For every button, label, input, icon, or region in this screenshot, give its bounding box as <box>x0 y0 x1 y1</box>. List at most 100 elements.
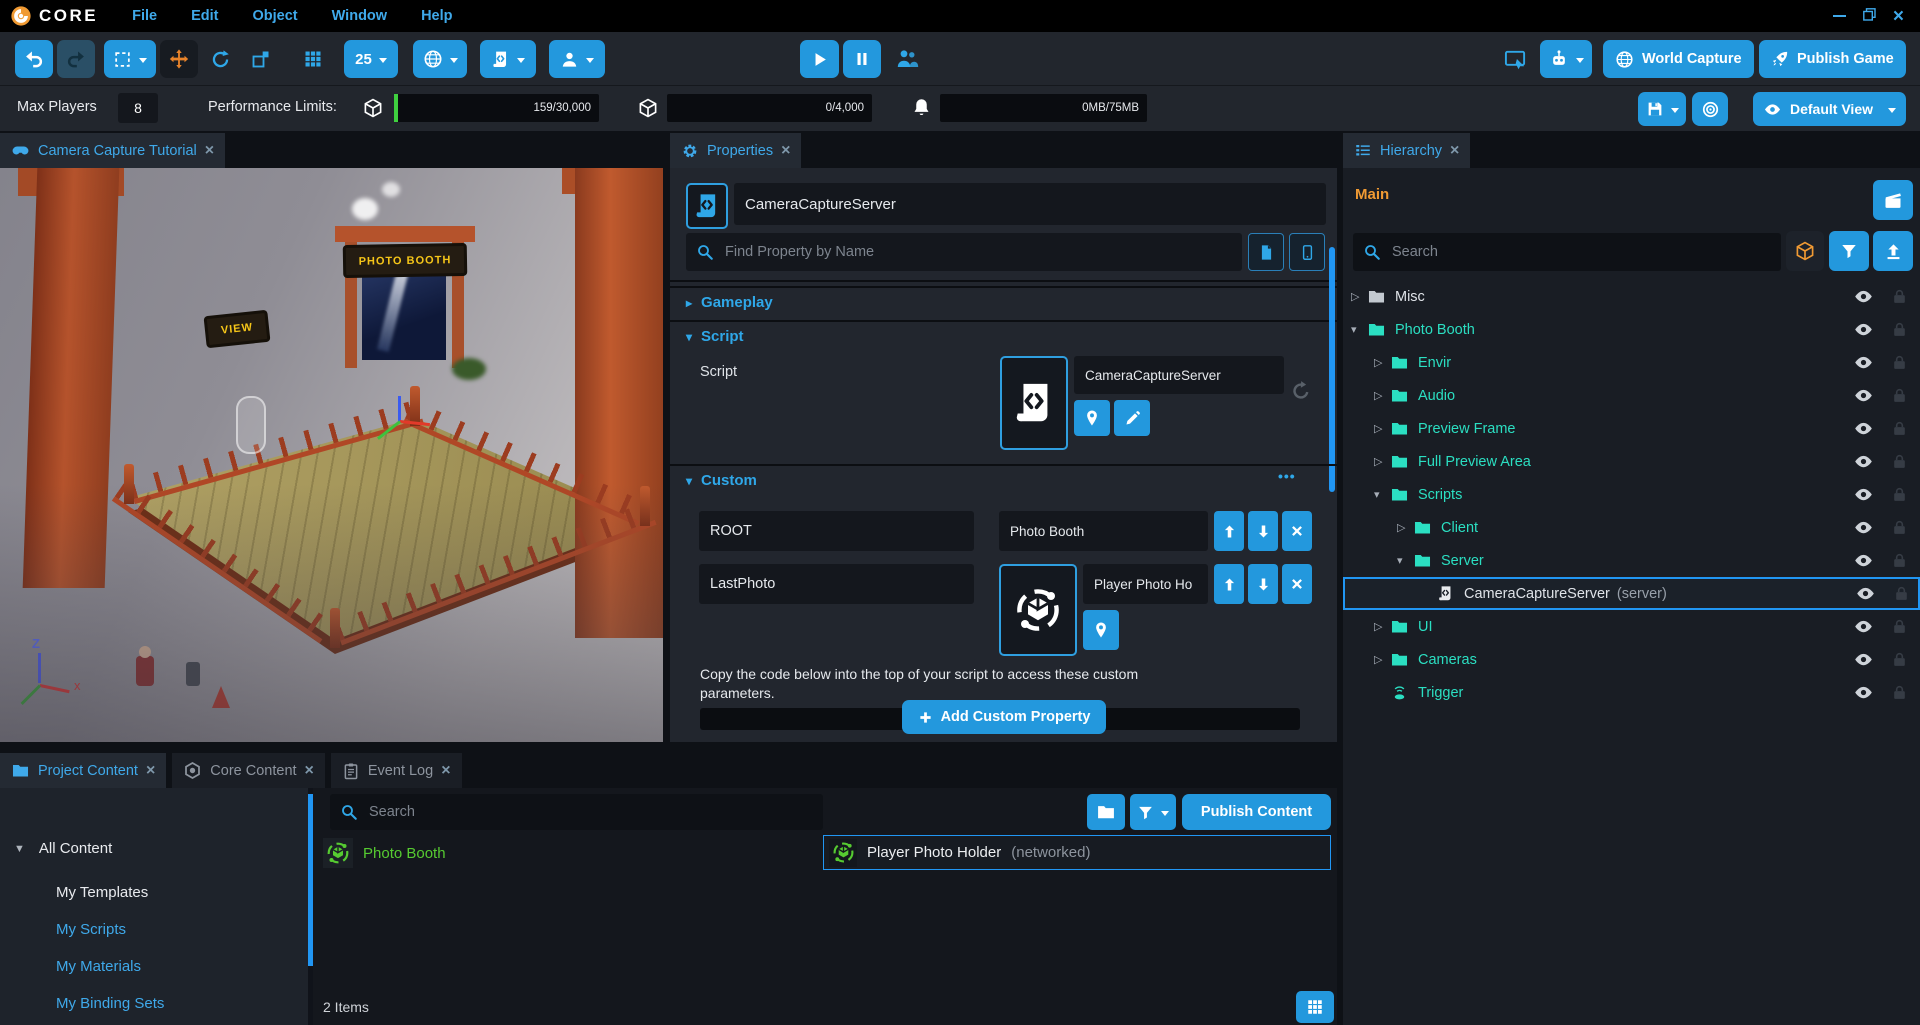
expand-open-icon[interactable]: ▾ <box>1351 323 1367 336</box>
expand-closed-icon[interactable]: ▷ <box>1374 620 1390 633</box>
tab-project-content[interactable]: Project Content × <box>0 753 166 788</box>
publish-game-button[interactable]: Publish Game <box>1759 40 1906 78</box>
eye-icon[interactable] <box>1853 286 1874 307</box>
script-asset-field[interactable]: CameraCaptureServer <box>1074 356 1284 394</box>
hierarchy-search-input[interactable] <box>1390 243 1771 261</box>
scale-tool-button[interactable] <box>243 40 279 78</box>
find-script-button[interactable] <box>1074 400 1110 436</box>
tree-row-envir[interactable]: ▷ Envir <box>1343 346 1920 379</box>
expand-closed-icon[interactable]: ▷ <box>1374 422 1390 435</box>
edit-script-button[interactable] <box>1114 400 1150 436</box>
minimize-icon[interactable] <box>1833 15 1846 18</box>
lock-icon[interactable] <box>1891 288 1908 305</box>
tab-close-icon[interactable]: × <box>205 143 214 159</box>
eye-icon[interactable] <box>1853 616 1874 637</box>
eye-icon[interactable] <box>1853 451 1874 472</box>
tree-row-cameras[interactable]: ▷ Cameras <box>1343 643 1920 676</box>
tree-row-ui[interactable]: ▷ UI <box>1343 610 1920 643</box>
script-create-dropdown[interactable] <box>480 40 536 78</box>
lock-icon[interactable] <box>1891 651 1908 668</box>
custom-value-field[interactable]: Photo Booth <box>999 511 1208 551</box>
tree-row-server[interactable]: ▾ Server <box>1343 544 1920 577</box>
move-up-button[interactable] <box>1214 511 1244 551</box>
grid-view-button[interactable] <box>1296 991 1334 1023</box>
tab-core-content[interactable]: Core Content × <box>172 753 325 788</box>
eye-icon[interactable] <box>1853 550 1874 571</box>
tab-close-icon[interactable]: × <box>1450 143 1459 159</box>
tab-event-log[interactable]: Event Log × <box>331 753 462 788</box>
properties-scrollbar[interactable] <box>1329 247 1335 492</box>
world-snap-dropdown[interactable] <box>413 40 467 78</box>
close-icon[interactable]: × <box>1893 7 1904 26</box>
expand-closed-icon[interactable]: ▷ <box>1374 389 1390 402</box>
tree-row-camera-capture-server[interactable]: CameraCaptureServer (server) <box>1343 577 1920 610</box>
sidebar-item-my-binding-sets[interactable]: My Binding Sets <box>56 995 164 1012</box>
expand-closed-icon[interactable]: ▷ <box>1397 521 1413 534</box>
tab-close-icon[interactable]: × <box>781 143 790 159</box>
reset-property-icon[interactable] <box>1290 380 1312 402</box>
eye-icon[interactable] <box>1853 418 1874 439</box>
gizmo-z-axis[interactable] <box>398 396 401 422</box>
tree-row-full-preview-area[interactable]: ▷ Full Preview Area <box>1343 445 1920 478</box>
help-target-button[interactable] <box>1692 92 1728 126</box>
asset-item-player-photo-holder[interactable]: Player Photo Holder (networked) <box>823 835 1331 870</box>
select-tool-dropdown[interactable] <box>104 40 156 78</box>
hierarchy-filter-button[interactable] <box>1829 231 1869 271</box>
lock-icon[interactable] <box>1891 519 1908 536</box>
lock-icon[interactable] <box>1891 420 1908 437</box>
lock-icon[interactable] <box>1891 552 1908 569</box>
eye-icon[interactable] <box>1853 385 1874 406</box>
grid-size-dropdown[interactable]: 25 <box>344 40 398 78</box>
object-name-field[interactable]: CameraCaptureServer <box>734 183 1326 225</box>
sidebar-item-all-content[interactable]: ▼ All Content <box>14 840 112 857</box>
viewport-3d-scene[interactable]: PHOTO BOOTH VIEW <box>0 168 663 742</box>
tab-hierarchy[interactable]: Hierarchy × <box>1343 133 1470 168</box>
property-search-input[interactable] <box>723 243 1232 261</box>
tree-row-scripts[interactable]: ▾ Scripts <box>1343 478 1920 511</box>
eye-icon[interactable] <box>1853 517 1874 538</box>
move-up-button[interactable] <box>1214 564 1244 604</box>
default-view-dropdown[interactable]: Default View <box>1753 92 1906 126</box>
tree-row-client[interactable]: ▷ Client <box>1343 511 1920 544</box>
publish-content-button[interactable]: Publish Content <box>1182 794 1331 830</box>
multiplayer-preview-button[interactable] <box>888 40 926 78</box>
rotate-tool-button[interactable] <box>202 40 238 78</box>
asset-item-photo-booth[interactable]: Photo Booth <box>323 838 446 868</box>
expand-open-icon[interactable]: ▾ <box>1397 554 1413 567</box>
expand-closed-icon[interactable]: ▷ <box>1374 653 1390 666</box>
ai-assistant-dropdown[interactable] <box>1540 40 1592 78</box>
menu-help[interactable]: Help <box>421 8 452 24</box>
tab-close-icon[interactable]: × <box>305 763 314 779</box>
eye-icon[interactable] <box>1853 484 1874 505</box>
restore-icon[interactable] <box>1863 8 1876 24</box>
undo-button[interactable] <box>15 40 53 78</box>
menu-file[interactable]: File <box>132 8 157 24</box>
content-search-input[interactable] <box>367 803 813 821</box>
export-button[interactable] <box>1873 231 1913 271</box>
delete-property-button[interactable] <box>1282 564 1312 604</box>
eye-icon[interactable] <box>1853 319 1874 340</box>
lock-icon[interactable] <box>1891 618 1908 635</box>
max-players-field[interactable]: 8 <box>118 93 158 123</box>
asset-usage-button[interactable] <box>1786 231 1824 271</box>
tab-properties[interactable]: Properties × <box>670 133 801 168</box>
lock-icon[interactable] <box>1893 585 1910 602</box>
grid-snap-button[interactable] <box>295 40 331 78</box>
sidebar-item-my-templates[interactable]: My Templates <box>56 884 148 901</box>
tree-row-trigger[interactable]: Trigger <box>1343 676 1920 709</box>
expand-open-icon[interactable]: ▾ <box>1374 488 1390 501</box>
sidebar-item-my-scripts[interactable]: My Scripts <box>56 921 126 938</box>
eye-icon[interactable] <box>1855 583 1876 604</box>
custom-key-field[interactable]: LastPhoto <box>699 564 974 604</box>
hierarchy-search[interactable] <box>1353 233 1781 271</box>
delete-property-button[interactable] <box>1282 511 1312 551</box>
template-asset-icon[interactable] <box>999 564 1077 656</box>
move-down-button[interactable] <box>1248 564 1278 604</box>
find-template-button[interactable] <box>1083 610 1119 650</box>
property-search[interactable] <box>686 233 1242 271</box>
tab-viewport[interactable]: Camera Capture Tutorial × <box>0 133 225 168</box>
copy-properties-button[interactable] <box>1248 233 1284 271</box>
expand-closed-icon[interactable]: ▷ <box>1374 455 1390 468</box>
lock-icon[interactable] <box>1891 354 1908 371</box>
screen-capture-button[interactable] <box>1496 40 1534 78</box>
